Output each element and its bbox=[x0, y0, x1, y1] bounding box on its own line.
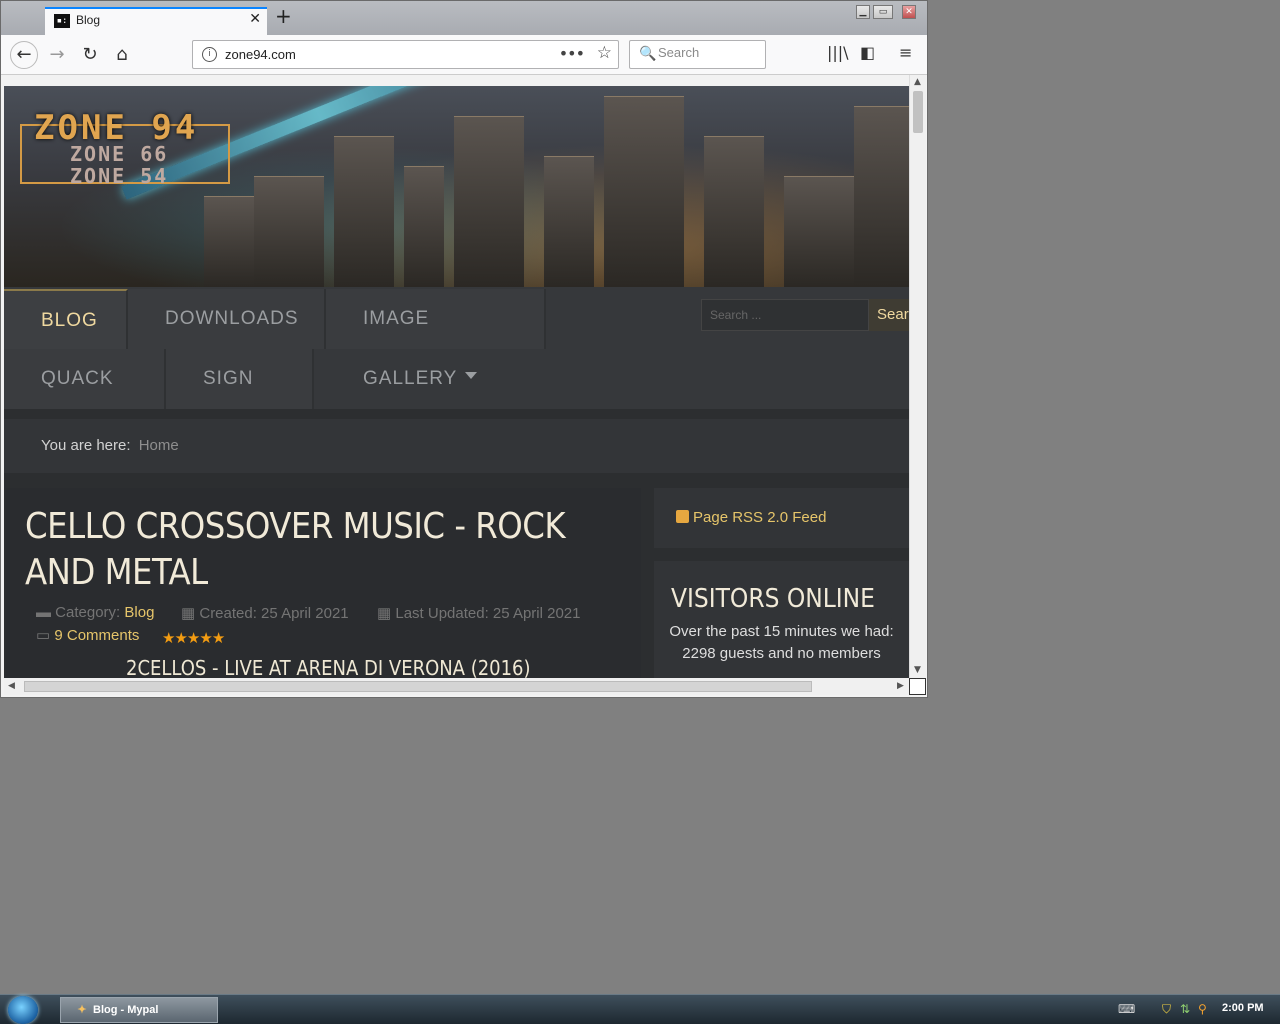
star-icon[interactable]: ★ bbox=[187, 629, 200, 647]
taskbar-item-label: Blog - Mypal bbox=[93, 1004, 159, 1016]
tab-blog[interactable]: ▪: Blog ✕ bbox=[45, 7, 267, 35]
rss-icon bbox=[676, 510, 689, 523]
page-actions-icon[interactable]: ••• bbox=[559, 44, 585, 63]
visitors-heading: VISITORS ONLINE bbox=[671, 584, 875, 614]
mypal-icon: ✦ bbox=[77, 1004, 87, 1016]
maximize-button[interactable]: ▭ bbox=[873, 5, 893, 19]
minimize-button[interactable]: ▁ bbox=[856, 5, 870, 19]
rss-link[interactable]: Page RSS 2.0 Feed bbox=[676, 509, 826, 526]
main-menu: BLOG DOWNLOADS IMAGE GALLERY QUACK IT SI… bbox=[4, 287, 909, 449]
back-arrow-icon[interactable]: ← bbox=[10, 41, 38, 69]
caret-down-icon bbox=[465, 372, 478, 379]
security-shield-icon[interactable]: ⛉ bbox=[1162, 1002, 1171, 1017]
breadcrumb-prefix: You are here: bbox=[41, 437, 131, 454]
network-icon[interactable]: ⇅ bbox=[1180, 1002, 1190, 1016]
start-button[interactable] bbox=[8, 996, 38, 1024]
browser-window: ▪: Blog ✕ + ▁ ▭ ✕ ← → ↻ ⌂ i zone94.com •… bbox=[0, 0, 928, 698]
visitors-text: Over the past 15 minutes we had: 2298 gu… bbox=[664, 621, 899, 665]
comment-icon: ▭ bbox=[36, 627, 51, 644]
article-comments[interactable]: ▭ 9 Comments bbox=[36, 626, 139, 644]
star-icon[interactable]: ★ bbox=[212, 629, 225, 647]
taskbar-item-blog[interactable]: ✦ Blog - Mypal bbox=[60, 997, 218, 1023]
horizontal-scroll-thumb[interactable] bbox=[24, 681, 812, 692]
vertical-scroll-thumb[interactable] bbox=[913, 91, 923, 133]
sidebar-icon[interactable]: ◧ bbox=[860, 43, 875, 62]
scroll-down-icon[interactable]: ▼ bbox=[914, 665, 921, 675]
info-icon[interactable]: i bbox=[202, 47, 217, 62]
visitors-count: 2298 guests and no members bbox=[682, 645, 881, 662]
video-title: 2CELLOS - LIVE AT ARENA DI VERONA (2016) bbox=[126, 656, 531, 678]
scroll-left-icon[interactable]: ◀ bbox=[8, 681, 15, 691]
rating-stars[interactable]: ★★★★★ bbox=[162, 629, 225, 647]
window-close-button[interactable]: ✕ bbox=[902, 5, 916, 19]
article-created: ▦ Created: 25 April 2021 bbox=[181, 604, 349, 622]
folder-icon: ▬ bbox=[36, 604, 51, 621]
star-icon[interactable]: ★ bbox=[199, 629, 212, 647]
forward-arrow-icon[interactable]: → bbox=[43, 41, 71, 69]
site-banner: ZONE 94 ZONE 66 ZONE 54 bbox=[4, 86, 909, 287]
logo-text-sub1: ZONE 66 bbox=[70, 142, 169, 166]
rss-label: Page RSS 2.0 Feed bbox=[693, 509, 827, 526]
browser-search-bar[interactable]: 🔍 bbox=[629, 40, 766, 69]
article-category: ▬ Category: Blog bbox=[36, 604, 154, 621]
visitors-desc: Over the past 15 minutes we had: bbox=[669, 623, 894, 640]
calendar-icon: ▦ bbox=[181, 605, 196, 622]
visitors-module: VISITORS ONLINE Over the past 15 minutes… bbox=[654, 561, 909, 678]
updated-date: Last Updated: 25 April 2021 bbox=[395, 605, 581, 622]
clock[interactable]: 2:00 PM bbox=[1222, 1002, 1264, 1014]
horizontal-scrollbar[interactable]: ◀ ▶ bbox=[4, 678, 909, 695]
page-viewport: ZONE 94 ZONE 66 ZONE 54 BLOG DOWNLOADS I… bbox=[4, 86, 909, 678]
site-logo[interactable]: ZONE 94 ZONE 66 ZONE 54 bbox=[20, 108, 232, 204]
site-search-input[interactable]: Search ... bbox=[701, 299, 869, 331]
library-icon[interactable]: |||\ bbox=[827, 43, 849, 62]
reload-icon[interactable]: ↻ bbox=[76, 41, 104, 69]
close-tab-icon[interactable]: ✕ bbox=[249, 11, 261, 27]
taskbar: ✦ Blog - Mypal ⌨ ⛉ ⇅ ⚲ 2:00 PM bbox=[0, 994, 1280, 1024]
menu-item-sign-in[interactable]: SIGN IN bbox=[166, 349, 314, 449]
article-title[interactable]: CELLO CROSSOVER MUSIC - ROCK AND METAL bbox=[25, 504, 585, 596]
category-label: Category: bbox=[55, 604, 121, 621]
site-search-button[interactable]: Sear bbox=[869, 299, 909, 331]
article: CELLO CROSSOVER MUSIC - ROCK AND METAL ▬… bbox=[6, 488, 641, 678]
menu-label: DOWNLOADS bbox=[165, 308, 299, 329]
favicon-icon: ▪: bbox=[54, 14, 70, 28]
resize-corner[interactable] bbox=[909, 678, 926, 695]
bookmark-star-icon[interactable]: ☆ bbox=[597, 43, 612, 63]
nav-toolbar: ← → ↻ ⌂ i zone94.com ••• ☆ 🔍 |||\ ◧ ≡ bbox=[1, 35, 927, 75]
menu-label: BLOG bbox=[41, 310, 98, 331]
scroll-up-icon[interactable]: ▲ bbox=[914, 77, 921, 87]
menu-item-image-gallery[interactable]: IMAGE GALLERY bbox=[326, 289, 546, 389]
menu-item-blog[interactable]: BLOG bbox=[4, 289, 128, 381]
menu-label: IMAGE GALLERY bbox=[363, 308, 458, 389]
tab-title: Blog bbox=[76, 13, 101, 27]
comments-link[interactable]: 9 Comments bbox=[54, 627, 139, 644]
tab-bar: ▪: Blog ✕ + ▁ ▭ ✕ bbox=[1, 1, 927, 35]
menu-item-quack-it[interactable]: QUACK IT bbox=[4, 349, 166, 449]
keyboard-icon[interactable]: ⌨ bbox=[1118, 1002, 1135, 1016]
breadcrumb-home-link[interactable]: Home bbox=[139, 437, 179, 454]
star-icon[interactable]: ★ bbox=[174, 629, 187, 647]
search-icon: 🔍 bbox=[639, 46, 657, 62]
category-link[interactable]: Blog bbox=[124, 604, 154, 621]
calendar-icon: ▦ bbox=[377, 605, 392, 622]
browser-search-input[interactable] bbox=[658, 45, 758, 60]
url-bar[interactable]: i zone94.com ••• ☆ bbox=[192, 40, 619, 69]
logo-text-sub2: ZONE 54 bbox=[70, 164, 169, 188]
star-icon[interactable]: ★ bbox=[162, 629, 175, 647]
url-text[interactable]: zone94.com bbox=[225, 47, 296, 62]
breadcrumb: You are here: Home bbox=[4, 419, 909, 473]
created-date: Created: 25 April 2021 bbox=[199, 605, 349, 622]
new-tab-icon[interactable]: + bbox=[275, 4, 292, 28]
scroll-right-icon[interactable]: ▶ bbox=[897, 681, 904, 691]
vertical-scrollbar[interactable]: ▲ ▼ bbox=[909, 75, 926, 678]
rss-module: Page RSS 2.0 Feed bbox=[654, 488, 909, 548]
menu-item-downloads[interactable]: DOWNLOADS bbox=[128, 289, 326, 379]
hamburger-menu-icon[interactable]: ≡ bbox=[899, 43, 912, 62]
article-updated: ▦ Last Updated: 25 April 2021 bbox=[377, 604, 581, 622]
home-icon[interactable]: ⌂ bbox=[108, 41, 136, 69]
search-tray-icon[interactable]: ⚲ bbox=[1198, 1002, 1207, 1016]
